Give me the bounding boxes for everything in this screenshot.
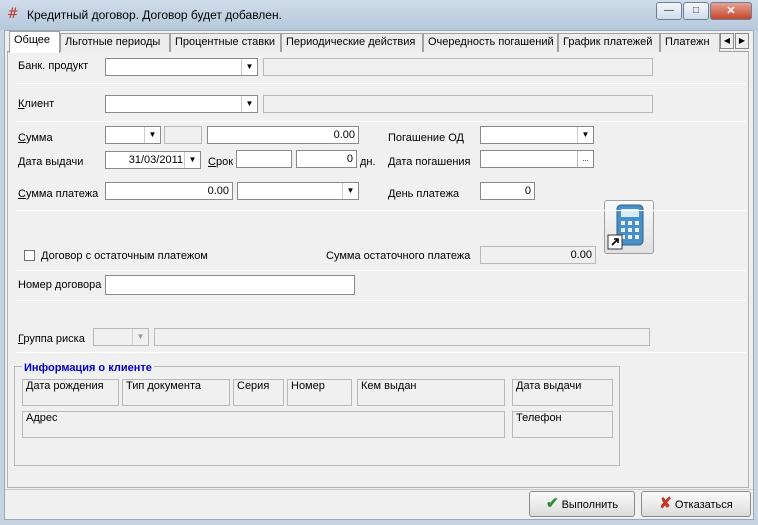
tab-scroll-left-icon[interactable]: ◀: [720, 33, 734, 49]
separator: [16, 121, 746, 122]
risk-group-name: [154, 328, 650, 346]
tab-payment-schedule[interactable]: График платежей: [558, 33, 660, 52]
amount-label: Сумма: [18, 132, 53, 144]
hash-icon: #: [7, 6, 19, 22]
close-button[interactable]: ✕: [710, 2, 752, 20]
client-birth-date: Дата рождения: [22, 379, 119, 406]
bank-product-select[interactable]: ▼: [105, 58, 258, 76]
execute-button-label: Выполнить: [561, 499, 619, 511]
separator: [16, 83, 746, 84]
cross-icon: ✘: [659, 495, 672, 512]
tab-general[interactable]: Общее: [9, 31, 60, 53]
repayment-od-select[interactable]: ▼: [480, 126, 594, 144]
client-label-rest: лиент: [24, 98, 55, 110]
calculator-button[interactable]: [604, 200, 654, 254]
tab-periodic-actions[interactable]: Периодические действия: [281, 33, 423, 52]
residual-amount-value: 0.00: [480, 246, 596, 264]
tab-grace-periods[interactable]: Льготные периоды: [60, 33, 170, 52]
residual-checkbox-label: Договор с остаточным платежом: [41, 250, 208, 262]
risk-group-select[interactable]: ▼: [93, 328, 149, 346]
contract-number-label: Номер договора: [18, 279, 102, 291]
issue-date-label: Дата выдачи: [18, 156, 84, 168]
client-phone: Телефон: [512, 411, 613, 438]
chevron-down-icon: ▼: [241, 96, 257, 112]
chevron-down-icon: ▼: [241, 59, 257, 75]
risk-group-label: Группа риска: [18, 333, 85, 345]
bank-product-name: [263, 58, 653, 76]
window-title: Кредитный договор. Договор будет добавле…: [27, 8, 282, 22]
repayment-od-label: Погашение ОД: [388, 132, 465, 144]
separator: [16, 210, 746, 211]
execute-button[interactable]: ✔ Выполнить: [529, 491, 635, 517]
client-name: [263, 95, 653, 113]
term-label: Срок: [208, 156, 234, 168]
ellipsis-button[interactable]: ...: [577, 151, 593, 167]
repayment-date-input[interactable]: ...: [480, 150, 594, 168]
payment-amount-select[interactable]: ▼: [237, 182, 359, 200]
bank-product-label: Банк. продукт: [18, 60, 89, 72]
cancel-button[interactable]: ✘ Отказаться: [641, 491, 751, 517]
minimize-button[interactable]: —: [656, 2, 682, 20]
chevron-down-icon: ▼: [577, 127, 593, 143]
window-client: Общее Льготные периоды Процентные ставки…: [4, 30, 754, 520]
repayment-date-label: Дата погашения: [388, 156, 471, 168]
amount-currency-code: [164, 126, 202, 144]
separator: [16, 300, 746, 301]
payment-amount-input[interactable]: 0.00: [105, 182, 233, 200]
client-info-title: Информация о клиенте: [22, 362, 154, 374]
payment-amount-label: Сумма платежа: [18, 188, 99, 200]
tab-payments[interactable]: Платежн: [660, 33, 720, 52]
client-issued-by: Кем выдан: [357, 379, 505, 406]
contract-number-input[interactable]: [105, 275, 355, 295]
client-address: Адрес: [22, 411, 505, 438]
client-issue-date: Дата выдачи: [512, 379, 613, 406]
chevron-down-icon: ▼: [184, 152, 200, 168]
separator: [16, 270, 746, 271]
residual-checkbox[interactable]: [24, 250, 35, 261]
chevron-down-icon: ▼: [144, 127, 160, 143]
residual-amount-label: Сумма остаточного платежа: [326, 250, 471, 262]
chevron-down-icon: ▼: [132, 329, 148, 345]
term-unit-label: дн.: [360, 156, 376, 168]
calculator-icon: [607, 204, 644, 250]
tab-interest-rates[interactable]: Процентные ставки: [170, 33, 281, 52]
client-doc-type: Тип документа: [122, 379, 230, 406]
checkmark-icon: ✔: [545, 495, 559, 512]
tab-scroll-right-icon[interactable]: ▶: [735, 33, 749, 49]
term-input[interactable]: [236, 150, 292, 168]
issue-date-picker[interactable]: 31/03/2011 ▼: [105, 151, 201, 169]
title-bar[interactable]: # Кредитный договор. Договор будет добав…: [0, 0, 758, 30]
payment-day-label: День платежа: [388, 188, 460, 200]
chevron-down-icon: ▼: [342, 183, 358, 199]
payment-day-input[interactable]: 0: [480, 182, 535, 200]
amount-currency-select[interactable]: ▼: [105, 126, 161, 144]
client-label: Клиент: [18, 98, 55, 110]
separator: [16, 352, 746, 353]
tab-repayment-order[interactable]: Очередность погашений: [423, 33, 558, 52]
term-days-input[interactable]: 0: [296, 150, 357, 168]
cancel-button-label: Отказаться: [674, 499, 733, 511]
client-number: Номер: [287, 379, 352, 406]
tab-panel-general: Банк. продукт ▼ Клиент ▼ Сумма ▼ 0.00 По…: [7, 52, 749, 488]
client-series: Серия: [233, 379, 284, 406]
client-select[interactable]: ▼: [105, 95, 258, 113]
amount-input[interactable]: 0.00: [207, 126, 359, 144]
maximize-button[interactable]: □: [683, 2, 709, 20]
